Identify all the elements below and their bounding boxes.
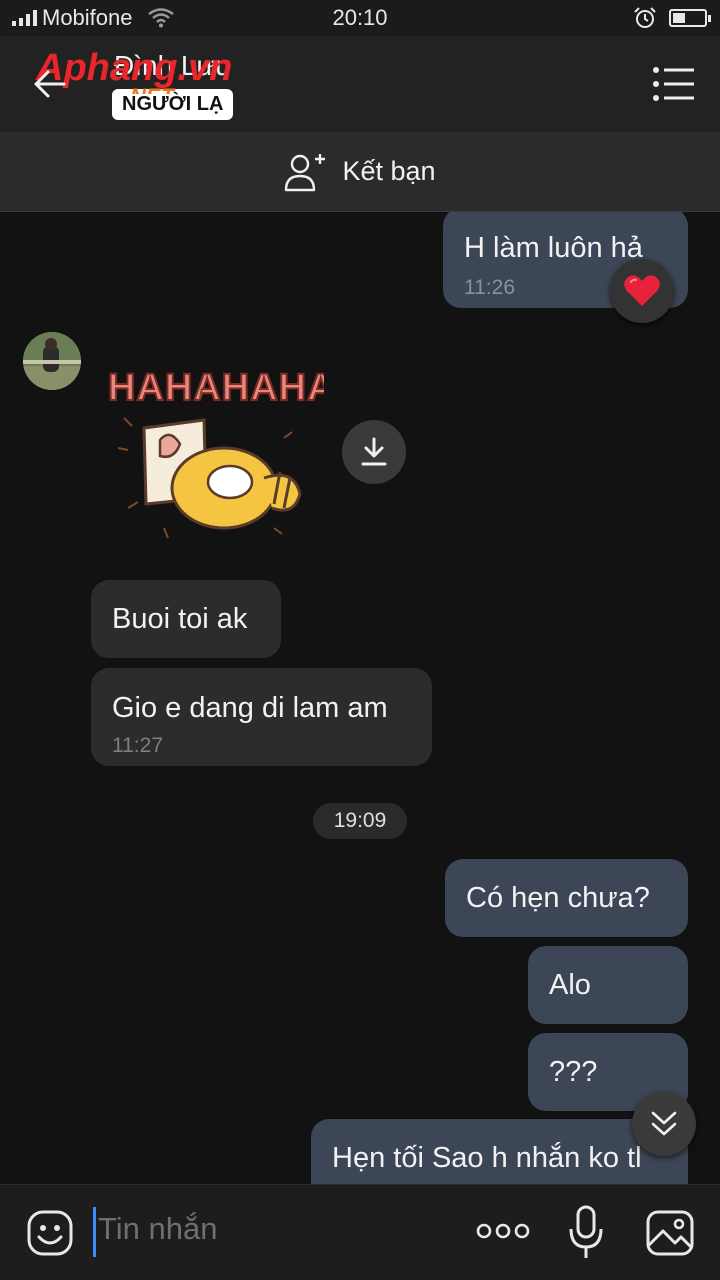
microphone-icon[interactable] [568, 1205, 604, 1261]
message-text: Gio e dang di lam am [112, 692, 388, 724]
download-button[interactable] [342, 420, 406, 484]
add-friend-label: Kết bạn [342, 156, 436, 186]
battery-level [673, 13, 685, 23]
double-chevron-down-icon [651, 1111, 677, 1136]
message-list[interactable]: H làm luôn hả 11:26 HAHAHAHA Buoi toi ak… [0, 212, 720, 1184]
more-dots-icon[interactable] [476, 1221, 530, 1241]
menu-list-icon[interactable] [652, 66, 696, 102]
watermark-suffix: NET [130, 84, 176, 94]
add-user-icon [285, 153, 326, 191]
back-arrow-icon[interactable] [30, 64, 70, 104]
image-icon[interactable] [645, 1209, 695, 1257]
time-divider: 19:09 [313, 803, 407, 839]
avatar-image [23, 332, 81, 390]
outgoing-message[interactable]: Có hẹn chưa? [445, 859, 688, 937]
message-time: 11:27 [112, 734, 163, 757]
message-text: ??? [549, 1056, 598, 1088]
alarm-icon [634, 7, 656, 28]
message-text: Alo [549, 969, 591, 1001]
message-text: Buoi toi ak [112, 603, 248, 635]
scroll-to-bottom-button[interactable] [632, 1092, 696, 1156]
battery-icon [669, 9, 711, 27]
add-friend-button[interactable]: Kết bạn [0, 132, 720, 212]
message-text: Có hẹn chưa? [466, 882, 650, 914]
message-text: Hẹn tối Sao h nhắn ko tl [332, 1142, 642, 1174]
sticker-text: HAHAHAHA [108, 367, 324, 409]
composer-bar: Tin nhắn [0, 1184, 720, 1280]
status-bar: Mobifone 20:10 [0, 0, 720, 36]
message-text: H làm luôn hả [464, 232, 643, 264]
laughing-sticker[interactable]: HAHAHAHA [104, 348, 324, 558]
message-time: 11:26 [464, 276, 515, 299]
incoming-message[interactable]: Buoi toi ak [91, 580, 281, 658]
text-cursor [93, 1207, 96, 1257]
message-input[interactable]: Tin nhắn [98, 1211, 218, 1247]
download-icon [361, 437, 387, 466]
clock: 20:10 [332, 5, 388, 30]
contact-avatar[interactable] [23, 332, 81, 390]
incoming-message[interactable]: Gio e dang di lam am 11:27 [91, 668, 432, 766]
emoji-icon[interactable] [26, 1209, 74, 1257]
chat-header: Đình Lưu NGƯỜI LẠ Aphang.vn NET [0, 36, 720, 132]
outgoing-message[interactable]: Alo [528, 946, 688, 1024]
heart-reaction[interactable] [610, 259, 674, 323]
heart-icon [624, 275, 660, 306]
